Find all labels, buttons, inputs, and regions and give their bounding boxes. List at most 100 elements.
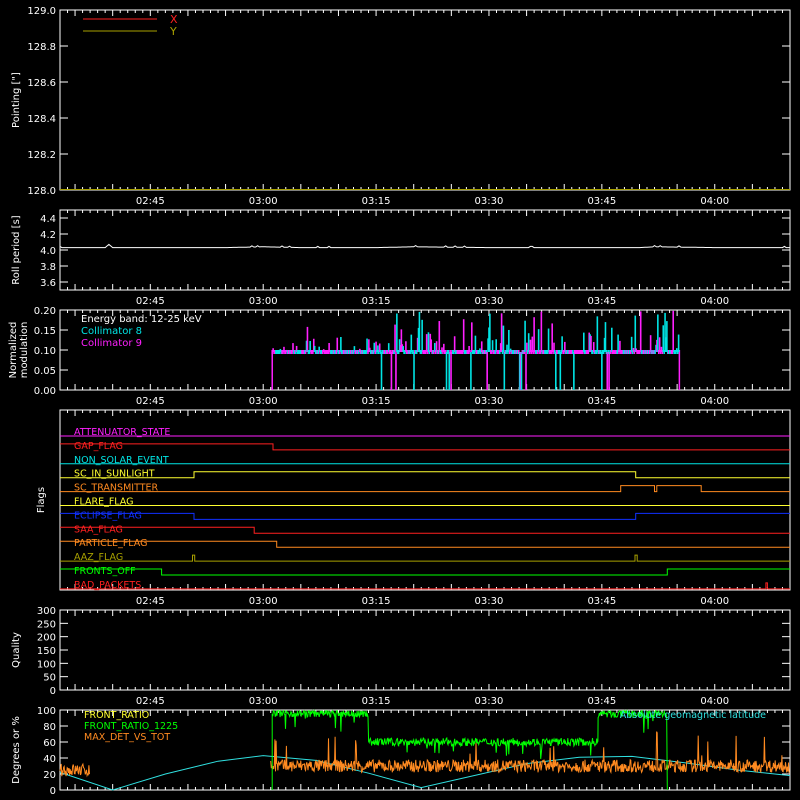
modulation-xtick-label: 02:45 xyxy=(136,396,165,407)
roll-xtick-label: 03:30 xyxy=(475,296,504,307)
pointing-ylabel: Pointing ["] xyxy=(11,72,22,128)
modulation-xtick-label: 03:30 xyxy=(475,396,504,407)
pointing-ytick-label: 128.6 xyxy=(27,78,56,89)
flag-label: PARTICLE_FLAG xyxy=(74,538,147,549)
flags-xtick-label: 03:15 xyxy=(362,596,391,607)
modulation-ytick-label: 0.05 xyxy=(34,366,56,377)
roll-ytick-label: 4.4 xyxy=(40,214,56,225)
flags-panel: 02:45 03:00 03:15 03:30 03:45 04:00 Flags ATTEN… xyxy=(36,409,791,607)
roll-ytick-label: 3.8 xyxy=(40,262,56,273)
pointing-panel: 02:45 03:00 03:15 03:30 03:45 04:00 128.0 128.2… xyxy=(11,6,791,207)
modulation-ylabel: modulation xyxy=(19,322,30,379)
flag-line-eclipse-flag xyxy=(60,512,790,520)
flag-label: NON_SOLAR_EVENT xyxy=(74,455,169,466)
flag-line-particle-flag xyxy=(60,540,790,548)
pointing-xtick-label: 03:30 xyxy=(475,196,504,207)
flag-label: GAP_FLAG xyxy=(74,441,123,452)
flag-line-fronts-off xyxy=(60,568,790,576)
roll-xtick-label: 02:45 xyxy=(136,296,165,307)
ratios-ytick-label: 40 xyxy=(43,754,56,765)
flags-xtick-label: 03:30 xyxy=(475,596,504,607)
roll-frame xyxy=(59,209,791,291)
quality-xtick-label: 03:45 xyxy=(587,696,616,707)
quality-ytick-label: 300 xyxy=(37,606,56,617)
roll-xtick-label: 03:45 xyxy=(587,296,616,307)
ratios-ytick-label: 60 xyxy=(43,738,56,749)
ratios-ytick-label: 0 xyxy=(50,786,56,797)
roll-panel: 02:45 03:00 03:15 03:30 03:45 04:00 3.6 3.8 4.0 4… xyxy=(11,209,791,307)
flag-label: SC_TRANSMITTER xyxy=(74,483,159,494)
flag-line-saa-flag xyxy=(60,526,790,534)
ratio-legend-label: MAX_DET_VS_TOT xyxy=(84,732,170,743)
pointing-xtick-label: 04:00 xyxy=(700,196,729,207)
quality-ytick-label: 200 xyxy=(37,633,56,644)
quality-xtick-label: 03:00 xyxy=(249,696,278,707)
flag-line-bad-packets xyxy=(60,582,790,590)
quality-xtick-label: 04:00 xyxy=(700,696,729,707)
flag-line-aaz-flag xyxy=(60,554,790,562)
ratios-panel: 0 20 40 60 80 100 Degrees or % FRONT_RATIOFRONT… xyxy=(11,706,791,797)
quality-xtick-label: 02:45 xyxy=(136,696,165,707)
pointing-ytick-label: 129.0 xyxy=(27,6,56,17)
pointing-ytick-label: 128.0 xyxy=(27,186,56,197)
flag-label: ECLIPSE_FLAG xyxy=(74,510,142,521)
flags-xtick-label: 03:00 xyxy=(249,596,278,607)
modulation-ytick-label: 0.10 xyxy=(34,346,56,357)
geomag-latitude-line xyxy=(59,755,791,791)
quality-ytick-label: 50 xyxy=(43,673,56,684)
mod-legend-label: Collimator 9 xyxy=(81,338,142,349)
pointing-legend-label: Y xyxy=(169,25,177,38)
roll-ylabel: Roll period [s] xyxy=(11,215,22,284)
roll-xtick-label: 03:15 xyxy=(362,296,391,307)
pointing-ytick-label: 128.8 xyxy=(27,42,56,53)
quality-xtick-label: 03:15 xyxy=(362,696,391,707)
pointing-xtick-label: 03:45 xyxy=(587,196,616,207)
flag-label: ATTENUATOR_STATE xyxy=(74,427,170,438)
front-ratio-1225-line xyxy=(271,709,668,791)
flag-label: FRONTS_OFF xyxy=(74,566,136,577)
pointing-xtick-label: 02:45 xyxy=(136,196,165,207)
quality-ytick-label: 250 xyxy=(37,619,56,630)
flag-line-sc-in-sunlight xyxy=(60,471,790,479)
modulation-xtick-label: 03:45 xyxy=(587,396,616,407)
pointing-ytick-label: 128.4 xyxy=(27,114,56,125)
flag-label: FLARE_FLAG xyxy=(74,497,134,508)
flags-xtick-label: 02:45 xyxy=(136,596,165,607)
roll-ytick-label: 3.6 xyxy=(40,278,56,289)
modulation-ytick-label: 0.20 xyxy=(34,306,56,317)
quality-ytick-label: 100 xyxy=(37,659,56,670)
modulation-ytick-label: 0.00 xyxy=(34,386,56,397)
flags-ylabel: Flags xyxy=(36,487,47,513)
flags-xtick-label: 03:45 xyxy=(587,596,616,607)
ratio-legend-label: FRONT_RATIO_1225 xyxy=(84,721,178,732)
pointing-xtick-label: 03:15 xyxy=(362,196,391,207)
roll-xtick-label: 04:00 xyxy=(700,296,729,307)
flag-label: AAZ_FLAG xyxy=(74,552,123,563)
quality-xtick-label: 03:30 xyxy=(475,696,504,707)
modulation-panel: 02:45 03:00 03:15 03:30 03:45 04:00 0.00 0.05 0.… xyxy=(8,306,791,407)
max-det-vs-tot-line xyxy=(270,731,790,775)
roll-ytick-label: 4.2 xyxy=(40,230,56,241)
quality-panel: 02:45 03:00 03:15 03:30 03:45 04:00 0 50 100 150 2… xyxy=(11,606,791,707)
ratio-legend-label: Absolute geomagnetic latitude xyxy=(620,710,766,721)
summary-plot: 02:45 03:00 03:15 03:30 03:45 04:00 128.0 128.2… xyxy=(8,6,791,797)
ratios-ytick-label: 100 xyxy=(37,706,56,717)
quality-ytick-label: 0 xyxy=(50,686,56,697)
flag-line-gap-flag xyxy=(60,443,790,451)
flag-label: SAA_FLAG xyxy=(74,524,123,535)
mod-legend-label: Collimator 8 xyxy=(81,326,142,337)
flag-label: SC_IN_SUNLIGHT xyxy=(74,469,155,480)
roll-ytick-label: 4.0 xyxy=(40,246,56,257)
ratios-ytick-label: 20 xyxy=(43,770,56,781)
ratios-ylabel: Degrees or % xyxy=(11,716,22,784)
quality-ylabel: Quality xyxy=(11,632,22,668)
pointing-ytick-label: 128.2 xyxy=(27,150,56,161)
modulation-xtick-label: 03:15 xyxy=(362,396,391,407)
quality-ytick-label: 150 xyxy=(37,646,56,657)
quality-frame xyxy=(59,609,791,691)
ratios-ytick-label: 80 xyxy=(43,722,56,733)
flags-xtick-label: 04:00 xyxy=(700,596,729,607)
modulation-ytick-label: 0.15 xyxy=(34,326,56,337)
flag-label: BAD_PACKETS xyxy=(74,580,141,591)
roll-xtick-label: 03:00 xyxy=(249,296,278,307)
